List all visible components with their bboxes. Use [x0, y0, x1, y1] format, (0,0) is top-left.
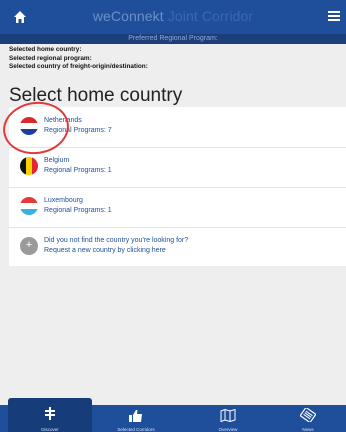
- belgium-flag-icon: [20, 157, 38, 175]
- country-name: Belgium: [44, 157, 70, 164]
- selected-home-country: Selected home country:: [9, 46, 82, 53]
- country-item-luxembourg[interactable]: Luxembourg Regional Programs: 1: [9, 187, 346, 228]
- luxembourg-flag-icon: [20, 197, 38, 215]
- tab-label: News: [302, 427, 314, 432]
- tab-news[interactable]: News: [270, 405, 346, 432]
- preferred-program-bar: Preferred Regional Program:: [0, 34, 346, 44]
- app-title-part2: Joint Corridor: [163, 8, 254, 24]
- menu-icon[interactable]: [328, 11, 340, 22]
- country-programs: Regional Programs: 1: [44, 167, 112, 174]
- country-name: Luxembourg: [44, 197, 83, 204]
- country-programs: Regional Programs: 1: [44, 207, 112, 214]
- plus-icon: +: [20, 237, 38, 255]
- country-item-belgium[interactable]: Belgium Regional Programs: 1: [9, 147, 346, 188]
- top-bar: weConnekt Joint Corridor: [0, 0, 346, 34]
- tab-label: Selected Corridors: [117, 427, 155, 432]
- thumbs-up-icon: [129, 410, 142, 422]
- selected-regional-program: Selected regional program:: [9, 54, 92, 62]
- selected-freight-country: Selected country of freight-origin/desti…: [9, 63, 148, 71]
- bottom-nav: Discover Selected Corridors Overview New…: [0, 398, 346, 432]
- app-title: weConnekt Joint Corridor: [0, 8, 346, 24]
- tab-label: Overview: [218, 427, 238, 432]
- newspaper-icon: [300, 408, 316, 422]
- selection-info: Selected home country: Selected regional…: [9, 46, 148, 72]
- request-question: Did you not find the country you're look…: [44, 237, 189, 244]
- tab-discover[interactable]: Discover: [8, 398, 92, 432]
- signpost-icon: [45, 407, 55, 420]
- request-country-item[interactable]: + Did you not find the country you're lo…: [9, 227, 346, 268]
- tab-selected-corridors[interactable]: Selected Corridors: [98, 405, 174, 432]
- tab-overview[interactable]: Overview: [190, 405, 266, 432]
- app-title-part1: weConnekt: [92, 8, 164, 24]
- map-icon: [220, 409, 236, 422]
- tab-label: Discover: [41, 427, 59, 432]
- request-link[interactable]: Request a new country by clicking here: [44, 247, 166, 254]
